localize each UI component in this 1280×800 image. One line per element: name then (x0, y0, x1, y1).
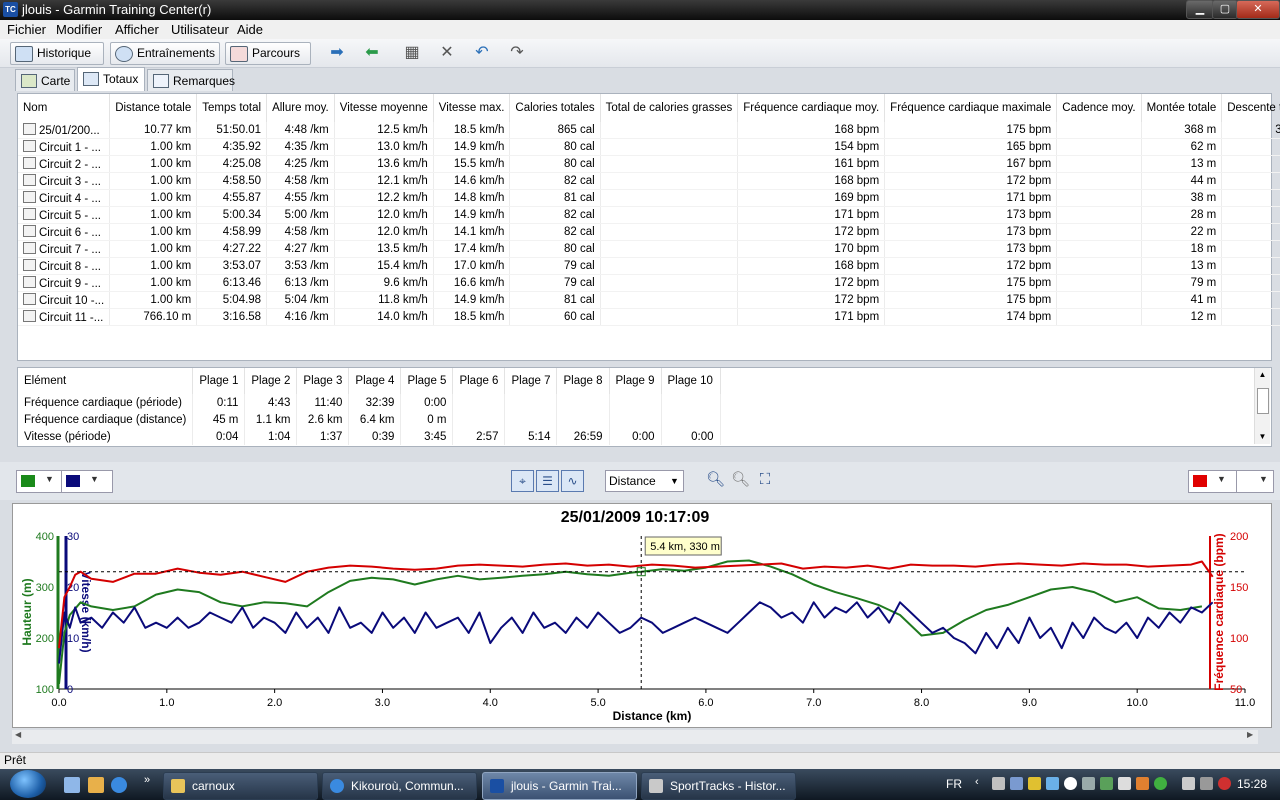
x-tick-label: 5.0 (590, 697, 605, 709)
status-bar (0, 752, 1280, 770)
tray-icon-9[interactable] (1136, 777, 1149, 790)
clock: 15:28 (1237, 777, 1268, 791)
x-tick-label: 6.0 (698, 697, 713, 709)
explorer-icon[interactable] (88, 777, 104, 793)
app-icon (490, 779, 504, 793)
chart[interactable]: 0.0 1.0 2.0 3.0 4.0 5.0 6.0 7.0 8.0 9.0 10.0 11.0 Di… (0, 0, 1280, 740)
tray-icon-6[interactable] (1082, 777, 1095, 790)
y-tick-label: 0 (67, 684, 73, 696)
y-tick-label: 100 (36, 684, 54, 696)
security-icon[interactable] (1218, 777, 1231, 790)
task-label: jlouis - Garmin Trai... (511, 779, 622, 793)
x-tick-label: 7.0 (806, 697, 821, 709)
tray-icon-4[interactable] (1046, 777, 1059, 790)
task-garmin[interactable]: jlouis - Garmin Trai... (482, 772, 637, 800)
task-label: SportTracks - Histor... (670, 779, 786, 793)
y-tick-label: 150 (1230, 582, 1248, 594)
horizontal-scrollbar[interactable]: ◀ ▶ (12, 730, 1258, 744)
y-tick-label: 200 (1230, 531, 1248, 543)
network-icon[interactable] (1182, 777, 1195, 790)
tray-icon-10[interactable] (1154, 777, 1167, 790)
tray-icon-1[interactable] (992, 777, 1005, 790)
y-tick-label: 300 (36, 582, 54, 594)
quicklaunch-more-icon[interactable]: » (144, 774, 150, 786)
y-tick-label: 30 (67, 531, 79, 543)
y-tick-label: 400 (36, 531, 54, 543)
x-tick-label: 1.0 (159, 697, 174, 709)
x-tick-label: 8.0 (914, 697, 929, 709)
x-tick-label: 3.0 (375, 697, 390, 709)
ie-icon (330, 779, 344, 793)
tray-icon-7[interactable] (1100, 777, 1113, 790)
y-tick-label: 50 (1230, 684, 1242, 696)
sporttracks-icon (649, 779, 663, 793)
x-tick-label: 11.0 (1235, 697, 1256, 709)
task-label: Kikouroù, Commun... (351, 779, 464, 793)
y-axis-label-hr: Fréquence cardiaque (bpm) (1212, 533, 1226, 690)
cursor-tooltip-label: 5.4 km, 330 m (650, 541, 720, 553)
language-indicator[interactable]: FR (946, 777, 962, 791)
task-sporttracks[interactable]: SportTracks - Histor... (641, 772, 796, 800)
scroll-right-icon[interactable]: ▶ (1247, 730, 1253, 739)
tray-icon-5[interactable] (1064, 777, 1077, 790)
show-desktop-icon[interactable] (64, 777, 80, 793)
y-tick-label: 100 (1230, 633, 1248, 645)
volume-icon[interactable] (1200, 777, 1213, 790)
start-button[interactable] (10, 770, 46, 798)
x-tick-label: 10.0 (1126, 697, 1147, 709)
series-line-speed[interactable] (58, 601, 1214, 664)
x-tick-label: 9.0 (1022, 697, 1037, 709)
task-carnoux[interactable]: carnoux (163, 772, 318, 800)
tray-icon-2[interactable] (1010, 777, 1023, 790)
ie-icon[interactable] (111, 777, 127, 793)
folder-icon (171, 779, 185, 793)
y-tick-label: 200 (36, 633, 54, 645)
task-kikourou[interactable]: Kikouroù, Commun... (322, 772, 477, 800)
scroll-left-icon[interactable]: ◀ (15, 730, 21, 739)
x-tick-label: 4.0 (483, 697, 498, 709)
y-axis-label-speed: Vitesse (km/h) (79, 571, 93, 652)
tray-icon-3[interactable] (1028, 777, 1041, 790)
x-tick-label: 2.0 (267, 697, 282, 709)
status-text: Prêt (4, 753, 27, 767)
y-tick-label: 10 (67, 633, 79, 645)
x-tick-label: 0.0 (51, 697, 66, 709)
task-label: carnoux (192, 779, 235, 793)
tray-icon-8[interactable] (1118, 777, 1131, 790)
y-axis-label-altitude: Hauteur (m) (20, 578, 34, 645)
x-axis-label: Distance (km) (613, 709, 692, 723)
tray-expand-icon[interactable]: ‹ (975, 776, 979, 788)
